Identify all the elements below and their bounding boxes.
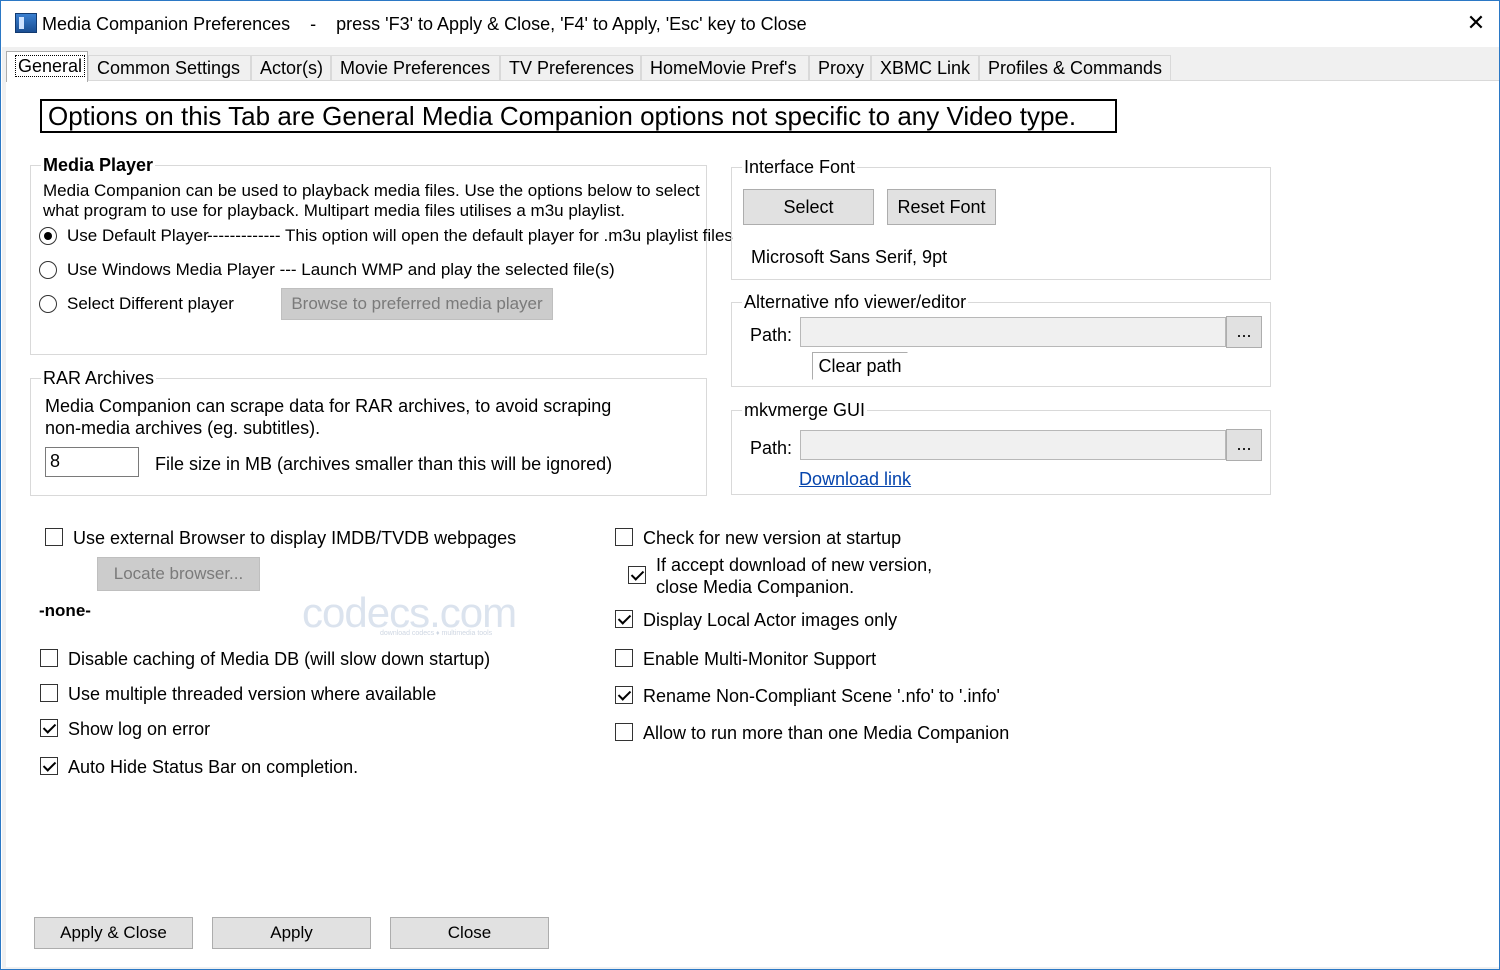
allow-multiple-label: Allow to run more than one Media Compani… xyxy=(643,723,1010,743)
accept-download-checkbox[interactable] xyxy=(628,566,646,584)
browser-path-label: -none- xyxy=(39,601,91,620)
multithreaded-checkbox[interactable] xyxy=(40,684,58,702)
wmp-player-radio[interactable] xyxy=(39,261,57,279)
close-icon[interactable]: ✕ xyxy=(1463,9,1489,37)
rar-size-label: File size in MB (archives smaller than t… xyxy=(155,454,613,474)
window-title: Media Companion Preferences - press 'F3'… xyxy=(42,14,807,34)
show-log-label: Show log on error xyxy=(68,719,211,739)
interface-font-group: Interface Font Select Reset Font Microso… xyxy=(731,157,1271,280)
select-font-button[interactable]: Select xyxy=(743,189,874,225)
nfo-viewer-title: Alternative nfo viewer/editor xyxy=(742,292,969,312)
disable-caching-label: Disable caching of Media DB (will slow d… xyxy=(68,649,491,669)
dialog-body: General Common Settings Actor(s) Movie P… xyxy=(2,47,1499,969)
different-player-radio[interactable] xyxy=(39,295,57,313)
show-log-checkbox[interactable] xyxy=(40,719,58,737)
check-version-label: Check for new version at startup xyxy=(643,528,902,548)
tab-proxy[interactable]: Proxy xyxy=(809,55,871,82)
multi-monitor-checkbox[interactable] xyxy=(615,649,633,667)
mkvmerge-path-input[interactable] xyxy=(800,430,1226,460)
check-version-checkbox[interactable] xyxy=(615,528,633,546)
app-icon xyxy=(15,13,37,33)
rename-nfo-label: Rename Non-Compliant Scene '.nfo' to '.i… xyxy=(643,686,1000,706)
clear-path-button[interactable]: Clear path xyxy=(812,352,908,380)
mkvmerge-path-label: Path: xyxy=(750,438,793,458)
tab-actors[interactable]: Actor(s) xyxy=(251,55,331,82)
rar-archives-group: RAR Archives Media Companion can scrape … xyxy=(30,368,707,496)
rar-archives-title: RAR Archives xyxy=(41,368,157,388)
nfo-path-label: Path: xyxy=(750,325,793,345)
interface-font-title: Interface Font xyxy=(742,157,858,177)
tab-homemovie-prefs[interactable]: HomeMovie Pref's xyxy=(641,55,809,82)
default-player-radio[interactable] xyxy=(39,227,57,245)
tab-general[interactable]: General xyxy=(6,51,88,82)
tab-common-settings[interactable]: Common Settings xyxy=(88,55,251,82)
close-button[interactable]: Close xyxy=(390,917,549,949)
accept-download-label-2: close Media Companion. xyxy=(656,577,855,597)
external-browser-checkbox[interactable] xyxy=(45,528,63,546)
current-font-label: Microsoft Sans Serif, 9pt xyxy=(751,247,948,267)
tab-tv-preferences[interactable]: TV Preferences xyxy=(500,55,641,82)
mkvmerge-browse-button[interactable]: ... xyxy=(1226,429,1262,461)
auto-hide-checkbox[interactable] xyxy=(40,757,58,775)
reset-font-button[interactable]: Reset Font xyxy=(887,189,996,225)
external-browser-label: Use external Browser to display IMDB/TVD… xyxy=(73,528,517,548)
mkvmerge-group: mkvmerge GUI Path: ... Download link xyxy=(731,400,1271,495)
local-actor-label: Display Local Actor images only xyxy=(643,610,898,630)
apply-button[interactable]: Apply xyxy=(212,917,371,949)
auto-hide-label: Auto Hide Status Bar on completion. xyxy=(68,757,359,777)
mkvmerge-download-link[interactable]: Download link xyxy=(799,468,911,490)
mkvmerge-title: mkvmerge GUI xyxy=(742,400,868,420)
preferences-window: Media Companion Preferences - press 'F3'… xyxy=(0,0,1500,970)
multi-monitor-label: Enable Multi-Monitor Support xyxy=(643,649,877,669)
tab-profiles-commands[interactable]: Profiles & Commands xyxy=(979,55,1171,82)
default-player-label: Use Default Player xyxy=(67,226,209,245)
nfo-browse-button[interactable]: ... xyxy=(1226,316,1262,348)
tab-movie-preferences[interactable]: Movie Preferences xyxy=(331,55,500,82)
media-player-group: Media Player Media Companion can be used… xyxy=(30,155,733,355)
multithreaded-label: Use multiple threaded version where avai… xyxy=(68,684,437,704)
media-player-description-2: what program to use for playback. Multip… xyxy=(43,201,626,220)
disable-caching-checkbox[interactable] xyxy=(40,649,58,667)
rar-size-input[interactable]: 8 xyxy=(45,447,139,477)
apply-close-button[interactable]: Apply & Close xyxy=(34,917,193,949)
default-player-note: ------------- This option will open the … xyxy=(207,226,733,245)
accept-download-label-1: If accept download of new version, xyxy=(656,555,933,575)
tab-xbmc-link[interactable]: XBMC Link xyxy=(871,55,979,82)
browse-media-player-button[interactable]: Browse to preferred media player xyxy=(281,288,553,320)
media-player-title: Media Player xyxy=(41,155,156,175)
watermark-tagline: download codecs ♦ multimedia tools xyxy=(380,630,493,637)
allow-multiple-checkbox[interactable] xyxy=(615,723,633,741)
wmp-player-label: Use Windows Media Player --- Launch WMP … xyxy=(67,260,615,279)
general-tab-page: Options on this Tab are General Media Co… xyxy=(6,80,1499,967)
local-actor-checkbox[interactable] xyxy=(615,610,633,628)
locate-browser-button[interactable]: Locate browser... xyxy=(97,557,260,591)
rar-description-1: Media Companion can scrape data for RAR … xyxy=(45,396,612,416)
rename-nfo-checkbox[interactable] xyxy=(615,686,633,704)
title-bar: Media Companion Preferences - press 'F3'… xyxy=(1,1,1499,47)
different-player-label: Select Different player xyxy=(67,294,234,313)
rar-description-2: non-media archives (eg. subtitles). xyxy=(45,418,321,438)
nfo-viewer-group: Alternative nfo viewer/editor Path: ... … xyxy=(731,292,1271,387)
general-banner: Options on this Tab are General Media Co… xyxy=(40,99,1117,133)
media-player-description-1: Media Companion can be used to playback … xyxy=(43,181,700,200)
nfo-path-input[interactable] xyxy=(800,317,1226,347)
